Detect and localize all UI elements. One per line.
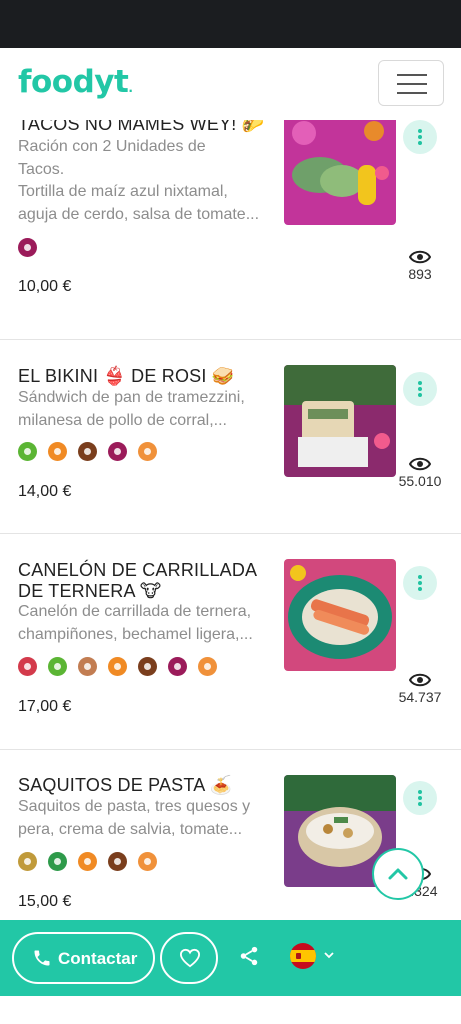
celery-icon xyxy=(48,657,67,676)
gluten-icon xyxy=(198,657,217,676)
view-count: 893 xyxy=(390,250,450,282)
chevron-down-icon xyxy=(324,952,334,959)
scroll-to-top-button[interactable] xyxy=(372,848,424,900)
dish-title: EL BIKINI 👙 DE ROSI 🥪 xyxy=(18,366,235,386)
dish-title: SAQUITOS DE PASTA 🍝 xyxy=(18,775,233,795)
dish-description: Canelón de carrillada de ternera, champi… xyxy=(18,603,253,643)
eye-icon xyxy=(409,250,431,264)
dish-price: 15,00 € xyxy=(18,893,72,910)
spain-flag-icon xyxy=(290,943,316,969)
options-button[interactable] xyxy=(403,566,437,600)
dish-title: TACOS NO MAMÉS WEY! 🌮 xyxy=(18,120,265,134)
sulfites-icon xyxy=(168,657,187,676)
contact-button[interactable]: Contactar xyxy=(12,932,155,984)
gluten-icon xyxy=(138,442,157,461)
options-button[interactable] xyxy=(403,120,437,154)
view-count: 55.010 xyxy=(390,457,450,489)
dish-image[interactable] xyxy=(284,365,396,477)
mustard-icon xyxy=(48,852,67,871)
dish-card[interactable]: TACOS NO MAMÉS WEY! 🌮 Ración con 2 Unida… xyxy=(0,120,461,340)
dish-price: 14,00 € xyxy=(18,483,72,500)
dish-image[interactable] xyxy=(284,120,396,225)
dish-description: Ración con 2 Unidades de Tacos. Tortilla… xyxy=(18,138,260,223)
dish-card[interactable]: CANELÓN DE CARRILLADA DE TERNERA 🐮 Canel… xyxy=(0,534,461,750)
share-button[interactable] xyxy=(238,945,260,972)
sulfites-icon xyxy=(108,442,127,461)
dish-card[interactable]: EL BIKINI 👙 DE ROSI 🥪 Sándwich de pan de… xyxy=(0,340,461,534)
heart-icon xyxy=(179,948,201,968)
eye-icon xyxy=(409,457,431,471)
logo[interactable]: foodyt. xyxy=(18,64,133,100)
bottom-action-bar: Contactar xyxy=(0,920,461,996)
gluten-icon xyxy=(138,852,157,871)
navbar: foodyt. xyxy=(0,48,461,120)
peanuts-icon xyxy=(78,657,97,676)
dish-title: CANELÓN DE CARRILLADA DE TERNERA 🐮 xyxy=(18,560,258,601)
options-button[interactable] xyxy=(403,781,437,815)
dish-description: Sándwich de pan de tramezzini, milanesa … xyxy=(18,389,245,429)
nuts-icon xyxy=(18,657,37,676)
soy-icon xyxy=(78,442,97,461)
view-count: 54.737 xyxy=(390,673,450,705)
menu-button[interactable] xyxy=(378,60,444,106)
dish-price: 10,00 € xyxy=(18,278,72,295)
soy-icon xyxy=(138,657,157,676)
options-button[interactable] xyxy=(403,372,437,406)
language-selector[interactable] xyxy=(290,943,340,971)
phone-icon xyxy=(34,950,50,966)
chevron-up-icon xyxy=(388,868,408,880)
dish-list: TACOS NO MAMÉS WEY! 🌮 Ración con 2 Unida… xyxy=(0,120,461,920)
sulfites-icon xyxy=(18,238,37,257)
favorite-button[interactable] xyxy=(160,932,218,984)
eggs-icon xyxy=(108,657,127,676)
more-vertical-icon xyxy=(418,381,422,385)
share-icon xyxy=(240,946,258,966)
dish-description: Saquitos de pasta, tres quesos y pera, c… xyxy=(18,798,251,838)
eggs-icon xyxy=(78,852,97,871)
soy-icon xyxy=(108,852,127,871)
more-vertical-icon xyxy=(418,790,422,794)
dish-image[interactable] xyxy=(284,559,396,671)
hamburger-icon xyxy=(397,74,427,76)
eye-icon xyxy=(409,673,431,687)
screen-bottom xyxy=(0,996,461,1024)
dish-price: 17,00 € xyxy=(18,698,72,715)
celery-icon xyxy=(18,442,37,461)
eggs-icon xyxy=(48,442,67,461)
more-vertical-icon xyxy=(418,129,422,133)
more-vertical-icon xyxy=(418,575,422,579)
status-bar xyxy=(0,0,461,48)
milk-icon xyxy=(18,852,37,871)
